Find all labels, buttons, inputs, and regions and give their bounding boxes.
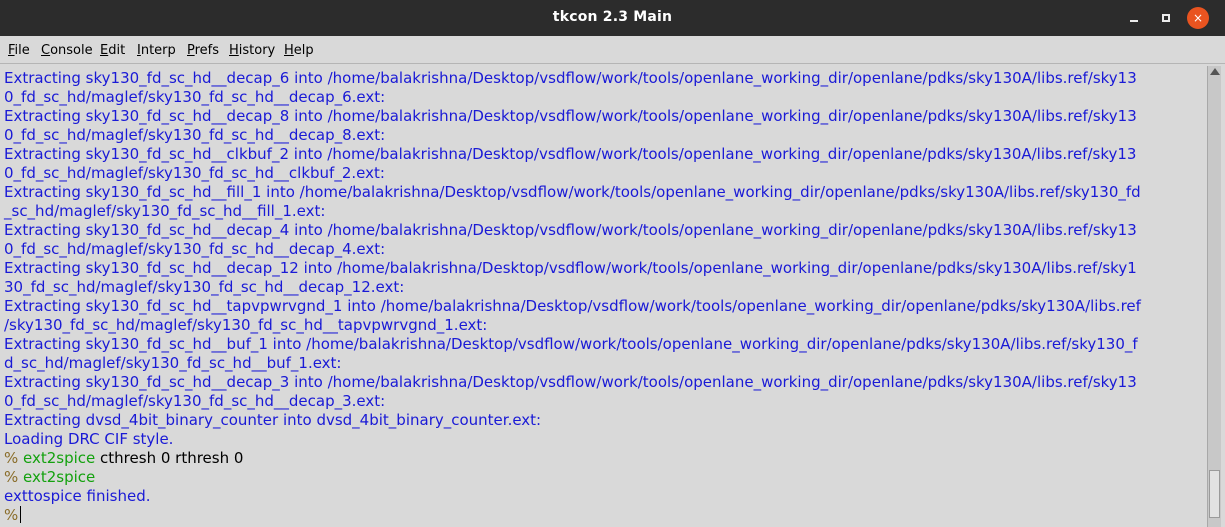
maximize-icon bbox=[1162, 14, 1170, 22]
prompt-symbol: % bbox=[4, 449, 24, 467]
window-title: tkcon 2.3 Main bbox=[552, 9, 673, 25]
console-output-line: /sky130_fd_sc_hd/maglef/sky130_fd_sc_hd_… bbox=[4, 316, 488, 334]
console-output-line: 0_fd_sc_hd/maglef/sky130_fd_sc_hd__decap… bbox=[4, 392, 386, 410]
console-output-line: 0_fd_sc_hd/maglef/sky130_fd_sc_hd__decap… bbox=[4, 126, 386, 144]
menu-interp[interactable]: Interp bbox=[137, 43, 176, 58]
console-output-line: 0_fd_sc_hd/maglef/sky130_fd_sc_hd__decap… bbox=[4, 240, 386, 258]
console-output-line: 0_fd_sc_hd/maglef/sky130_fd_sc_hd__decap… bbox=[4, 88, 386, 106]
tkcon-window: tkcon 2.3 Main × File Console Edit Interp Pr… bbox=[0, 0, 1225, 527]
console-output-line: d_sc_hd/maglef/sky130_fd_sc_hd__buf_1.ex… bbox=[4, 354, 342, 372]
menu-prefs[interactable]: Prefs bbox=[187, 43, 219, 58]
prompt-symbol: % bbox=[4, 468, 24, 486]
console-output-line: Extracting sky130_fd_sc_hd__tapvpwrvgnd_… bbox=[4, 297, 1141, 315]
console-command-line: % ext2spice bbox=[4, 468, 95, 487]
close-icon: × bbox=[1192, 11, 1204, 25]
console-output-line: Extracting sky130_fd_sc_hd__fill_1 into … bbox=[4, 183, 1141, 201]
console-output-line: _sc_hd/maglef/sky130_fd_sc_hd__fill_1.ex… bbox=[4, 202, 326, 220]
close-button[interactable]: × bbox=[1187, 7, 1209, 29]
scroll-up-arrow-icon[interactable] bbox=[1210, 68, 1220, 75]
vertical-scrollbar[interactable] bbox=[1207, 66, 1221, 527]
menu-console[interactable]: Console bbox=[41, 43, 93, 58]
maximize-button[interactable] bbox=[1155, 7, 1177, 29]
menu-file[interactable]: File bbox=[8, 43, 30, 58]
command-args: cthresh 0 rthresh 0 bbox=[95, 449, 244, 467]
command-name: ext2spice bbox=[23, 468, 96, 486]
console-output-line: Extracting sky130_fd_sc_hd__decap_12 int… bbox=[4, 259, 1137, 277]
console-output-line: 30_fd_sc_hd/maglef/sky130_fd_sc_hd__deca… bbox=[4, 278, 405, 296]
console-output-line: 0_fd_sc_hd/maglef/sky130_fd_sc_hd__clkbu… bbox=[4, 164, 385, 182]
minimize-button[interactable] bbox=[1123, 7, 1145, 29]
command-name: ext2spice bbox=[23, 449, 96, 467]
minimize-icon bbox=[1130, 20, 1138, 22]
menu-bar: File Console Edit Interp Prefs History Help bbox=[0, 36, 1225, 64]
console-output-line: Extracting sky130_fd_sc_hd__decap_6 into… bbox=[4, 69, 1137, 87]
console-output[interactable]: Extracting sky130_fd_sc_hd__decap_6 into… bbox=[2, 66, 1205, 527]
menu-help[interactable]: Help bbox=[284, 43, 314, 58]
prompt-symbol: % bbox=[4, 506, 19, 524]
console-output-line: Extracting sky130_fd_sc_hd__buf_1 into /… bbox=[4, 335, 1138, 353]
console-output-line: Extracting sky130_fd_sc_hd__decap_8 into… bbox=[4, 107, 1137, 125]
console-output-line: Extracting sky130_fd_sc_hd__decap_4 into… bbox=[4, 221, 1137, 239]
text-cursor bbox=[20, 506, 22, 523]
console-output-line: exttospice finished. bbox=[4, 487, 151, 505]
scrollbar-thumb[interactable] bbox=[1209, 470, 1220, 518]
console-input-line[interactable]: % bbox=[4, 506, 22, 525]
console-output-line: Extracting dvsd_4bit_binary_counter into… bbox=[4, 411, 542, 429]
title-bar[interactable]: tkcon 2.3 Main × bbox=[0, 0, 1225, 36]
console-output-line: Extracting sky130_fd_sc_hd__clkbuf_2 int… bbox=[4, 145, 1137, 163]
console-output-line: Extracting sky130_fd_sc_hd__decap_3 into… bbox=[4, 373, 1137, 391]
console-command-line: % ext2spice cthresh 0 rthresh 0 bbox=[4, 449, 243, 468]
console-output-line: Loading DRC CIF style. bbox=[4, 430, 174, 448]
menu-edit[interactable]: Edit bbox=[100, 43, 125, 58]
menu-history[interactable]: History bbox=[229, 43, 275, 58]
